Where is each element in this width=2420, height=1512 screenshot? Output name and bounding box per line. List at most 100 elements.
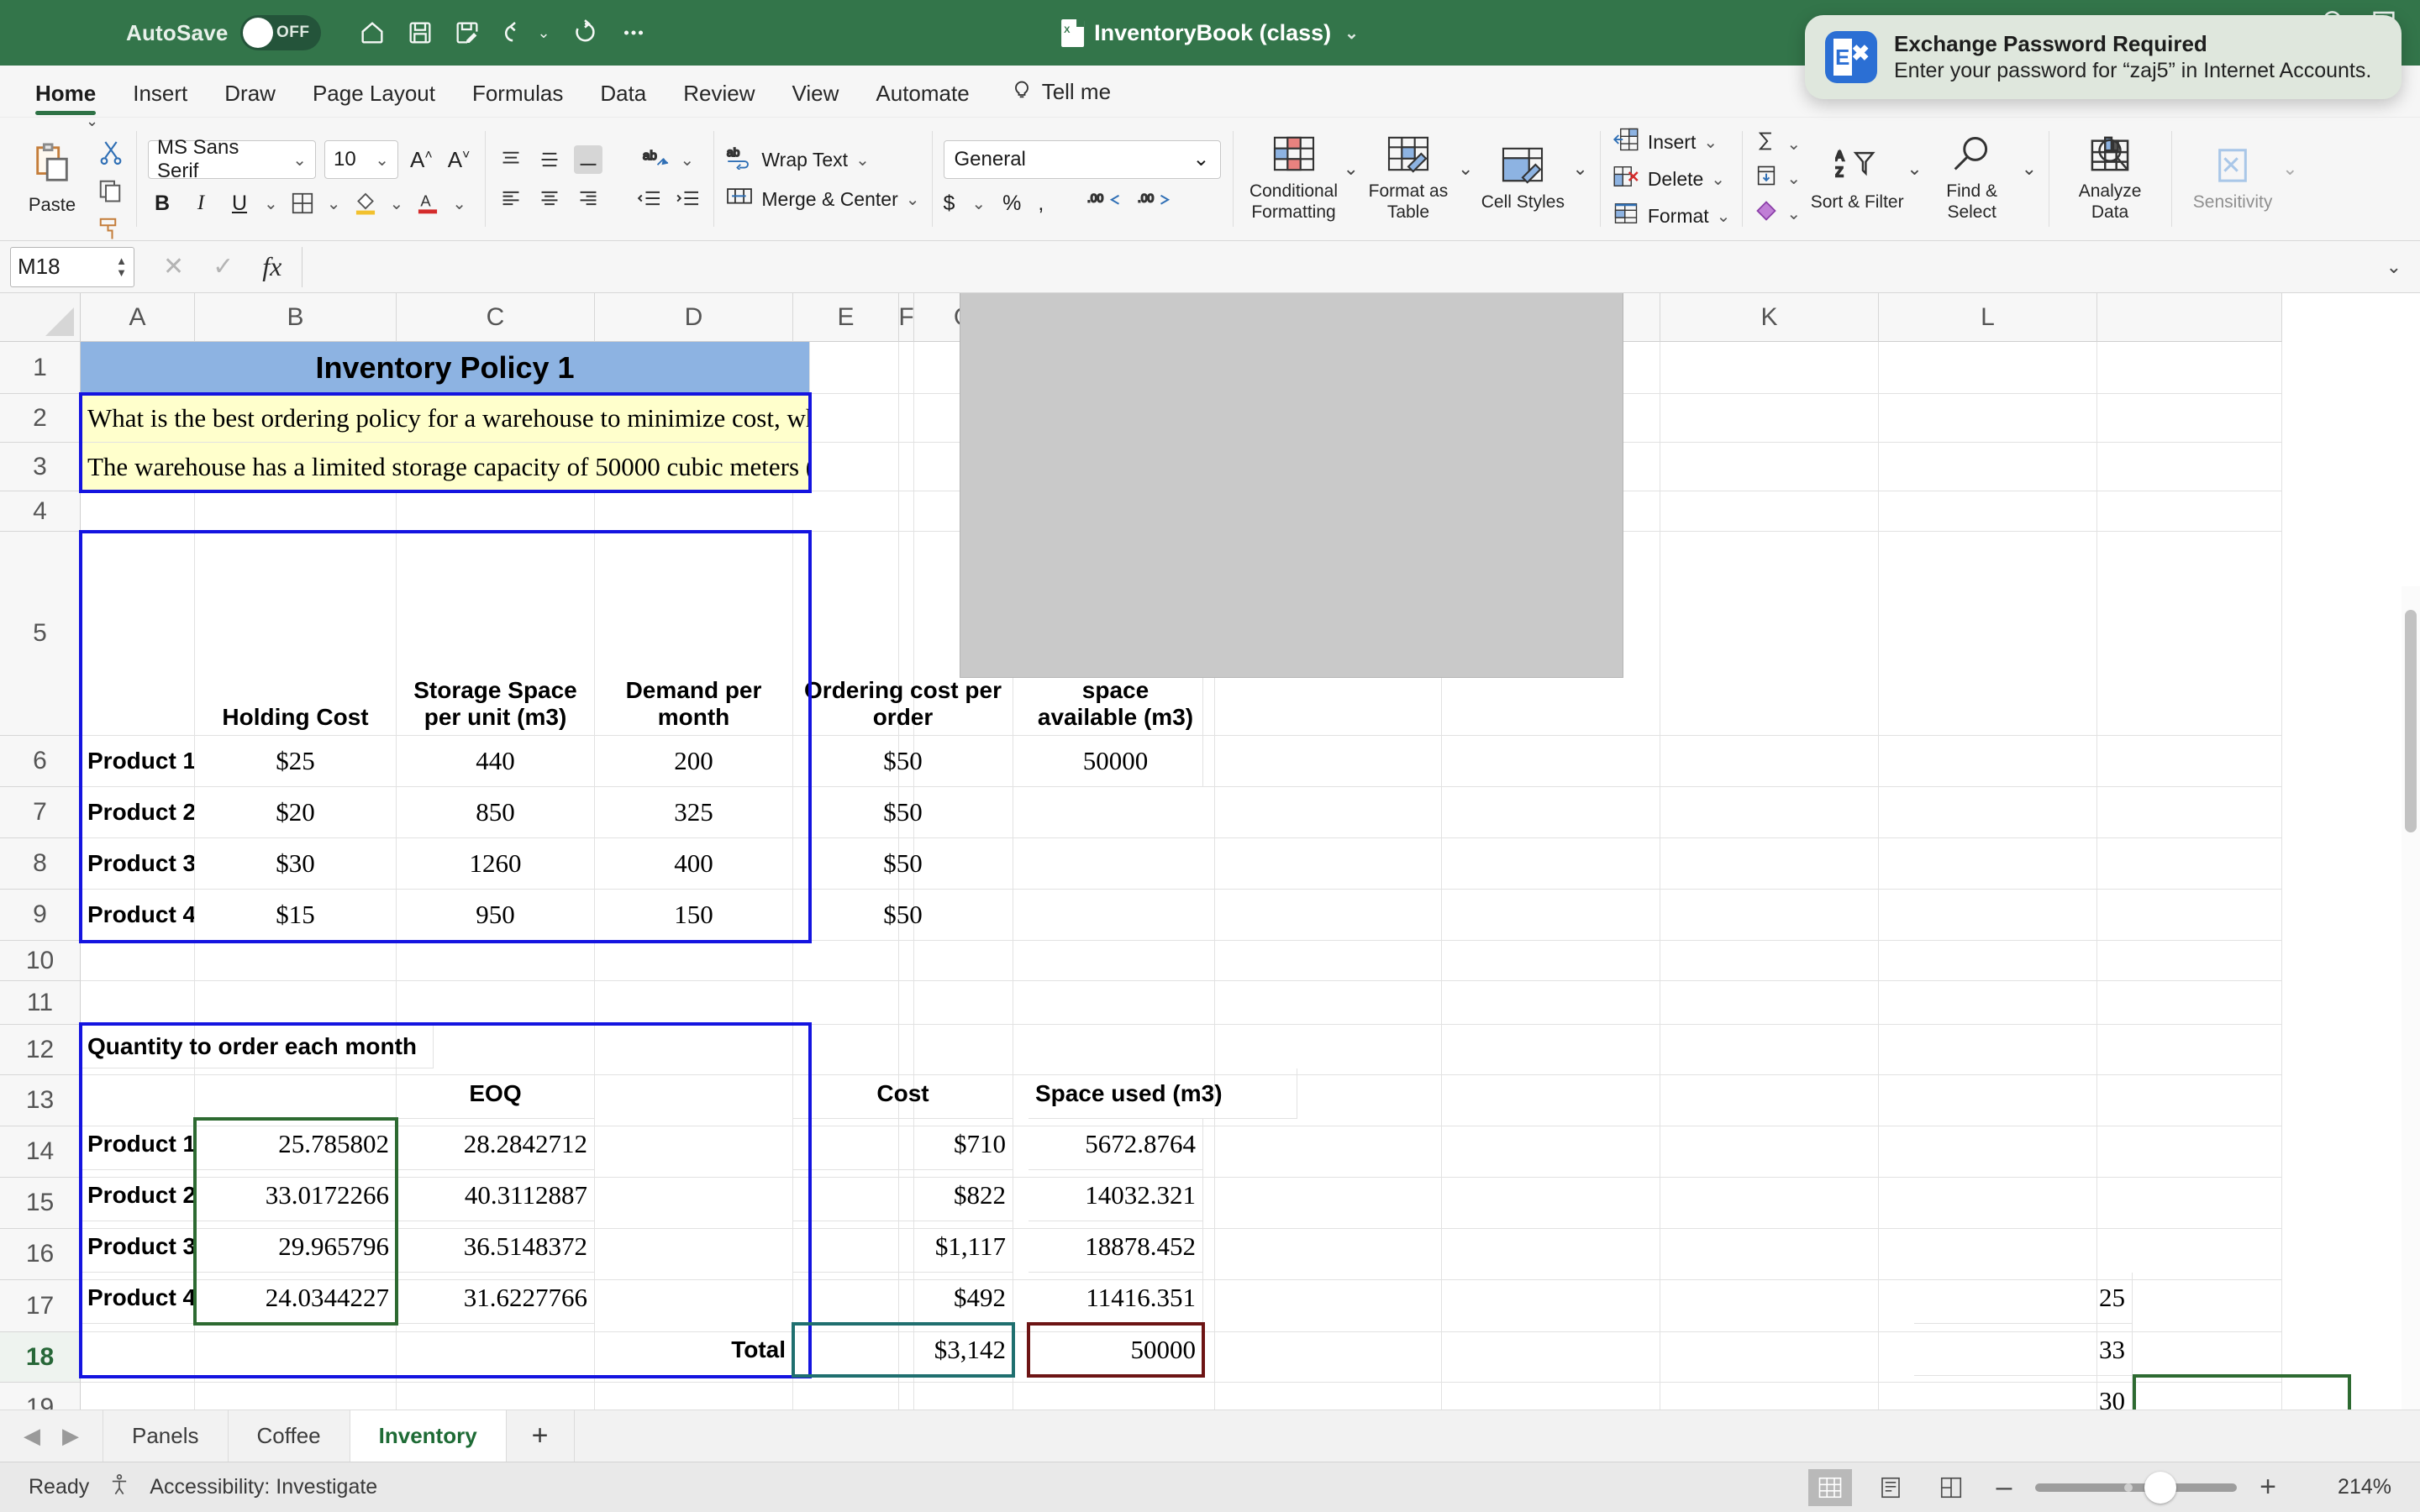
decrease-font-size-button[interactable]: A˅ (445, 147, 474, 173)
cell-product-4-ordering-cost[interactable]: $50 (793, 890, 1013, 941)
notification-toast[interactable]: E ✖ Exchange Password Required Enter your… (1805, 15, 2402, 99)
grid-cell[interactable] (2097, 736, 2282, 787)
align-right-button[interactable] (574, 184, 602, 213)
home-icon[interactable] (358, 18, 387, 47)
grid-cell[interactable] (899, 394, 914, 443)
cell-header-eoq[interactable]: EOQ (397, 1068, 595, 1119)
grid-cell[interactable] (1660, 981, 1879, 1025)
cell-order-product-1-quantity[interactable]: 25.785802 (195, 1119, 397, 1170)
cell-header-space-per-unit[interactable]: Storage Space per unit (m3) (397, 532, 595, 736)
grid-cell[interactable] (1879, 342, 2097, 394)
grid-cell[interactable] (1215, 1332, 1442, 1383)
select-all-corner[interactable] (0, 293, 81, 342)
wrap-text-button[interactable]: ab Wrap Text ⌄ (725, 144, 919, 175)
cut-icon[interactable] (97, 139, 124, 170)
grid-cell[interactable] (81, 1332, 195, 1383)
grid-cell[interactable] (1879, 443, 2097, 491)
grid-cell[interactable] (1879, 394, 2097, 443)
borders-icon[interactable] (288, 189, 317, 218)
increase-indent-button[interactable] (673, 184, 702, 213)
grid-cell[interactable] (1442, 1332, 1660, 1383)
grid-cell[interactable] (81, 941, 195, 981)
cell-styles-button[interactable]: Cell Styles (1473, 145, 1572, 213)
chevron-down-icon[interactable]: ⌄ (1572, 158, 1587, 200)
tell-me-button[interactable]: Tell me (988, 77, 1124, 117)
grid-cell[interactable] (81, 981, 195, 1025)
add-sheet-button[interactable]: + (505, 1410, 575, 1462)
grid-cell[interactable] (1442, 736, 1660, 787)
format-as-table-button[interactable]: Format as Table (1359, 134, 1458, 223)
save-as-icon[interactable] (454, 19, 481, 46)
cell-k17[interactable]: 33 (1914, 1324, 2133, 1376)
paste-button[interactable]: Paste (12, 142, 92, 216)
grid-cell[interactable] (2097, 1178, 2282, 1229)
grid-cell[interactable] (1879, 1126, 2097, 1178)
cell-product-1-space-available[interactable]: 50000 (1028, 736, 1203, 787)
underline-button[interactable]: U (225, 189, 254, 218)
page-layout-view-button[interactable] (1869, 1469, 1912, 1506)
column-header-m[interactable] (2097, 293, 2282, 342)
grid-cell[interactable] (793, 941, 899, 981)
chevron-down-icon[interactable]: ⌄ (680, 150, 694, 171)
cell-order-product-1-name[interactable]: Product 1 (81, 1119, 195, 1170)
ribbon-tab-automate[interactable]: Automate (857, 81, 987, 117)
row-header-8[interactable]: 8 (0, 838, 81, 890)
row-header-13[interactable]: 13 (0, 1075, 81, 1126)
grid-cell[interactable] (793, 981, 899, 1025)
embedded-object-panel[interactable] (960, 293, 1623, 678)
column-header-b[interactable]: B (195, 293, 397, 342)
grid-cell[interactable] (2097, 941, 2282, 981)
delete-cells-button[interactable]: Delete ⌄ (1612, 164, 1731, 194)
ribbon-tab-draw[interactable]: Draw (206, 81, 294, 117)
grid-cell[interactable] (1013, 981, 1215, 1025)
grid-cell[interactable] (1442, 1280, 1660, 1332)
grid-cell[interactable] (1660, 838, 1879, 890)
cell-order-product-1-cost[interactable]: $710 (793, 1119, 1013, 1170)
cell-product-4-holding-cost[interactable]: $15 (195, 890, 397, 941)
cell-product-3-holding-cost[interactable]: $30 (195, 838, 397, 890)
grid-cell[interactable] (1442, 890, 1660, 941)
ribbon-tab-data[interactable]: Data (581, 81, 665, 117)
cell-product-3-space-per-unit[interactable]: 1260 (397, 838, 595, 890)
row-header-1[interactable]: 1 (0, 342, 81, 394)
cell-order-product-4-space-used[interactable]: 11416.351 (1028, 1273, 1203, 1324)
row-header-18[interactable]: 18 (0, 1332, 81, 1383)
grid-cell[interactable] (595, 1126, 793, 1178)
grid-cell[interactable] (595, 1178, 793, 1229)
zoom-slider[interactable] (2035, 1471, 2237, 1504)
cell-note-line-2[interactable]: The warehouse has a limited storage capa… (81, 443, 810, 491)
grid-cell[interactable] (1879, 1075, 2097, 1126)
grid-cell[interactable] (2097, 1075, 2282, 1126)
column-header-k[interactable]: K (1660, 293, 1879, 342)
grid-cell[interactable] (899, 1025, 914, 1075)
confirm-icon[interactable]: ✓ (213, 252, 234, 281)
grid-cell[interactable] (397, 1332, 595, 1383)
grid-cell[interactable] (2097, 532, 2282, 736)
autosum-button[interactable]: ⌄ (1754, 130, 1801, 157)
grid-cell[interactable] (1660, 736, 1879, 787)
chevron-down-icon[interactable]: ⌄ (2022, 158, 2037, 200)
grid-cell[interactable] (914, 941, 1013, 981)
grid-cell[interactable] (1879, 736, 2097, 787)
align-center-button[interactable] (535, 184, 564, 213)
align-left-button[interactable] (497, 184, 525, 213)
chevron-down-icon[interactable]: ⌄ (1458, 158, 1473, 200)
cell-product-1-space-per-unit[interactable]: 440 (397, 736, 595, 787)
row-header-2[interactable]: 2 (0, 394, 81, 443)
grid-cell[interactable] (1013, 941, 1215, 981)
number-format-select[interactable]: General ⌄ (943, 139, 1221, 179)
cell-order-product-4-name[interactable]: Product 4 (81, 1273, 195, 1324)
grid-cell[interactable] (1879, 890, 2097, 941)
sheet-nav-arrows[interactable]: ◀ ▶ (0, 1423, 103, 1449)
grid-cell[interactable] (1879, 532, 2097, 736)
comma-format-button[interactable]: , (1038, 192, 1044, 216)
italic-button[interactable]: I (187, 189, 215, 218)
grid-cell[interactable] (1660, 1025, 1879, 1075)
cell-title-banner[interactable]: Inventory Policy 1 (81, 342, 810, 394)
cell-product-2-holding-cost[interactable]: $20 (195, 787, 397, 838)
grid-cell[interactable] (1879, 1178, 2097, 1229)
font-color-icon[interactable]: A (413, 189, 442, 218)
grid-cell[interactable] (1215, 1280, 1442, 1332)
cell-product-2-name[interactable]: Product 2 (81, 787, 195, 838)
grid-cell[interactable] (397, 981, 595, 1025)
